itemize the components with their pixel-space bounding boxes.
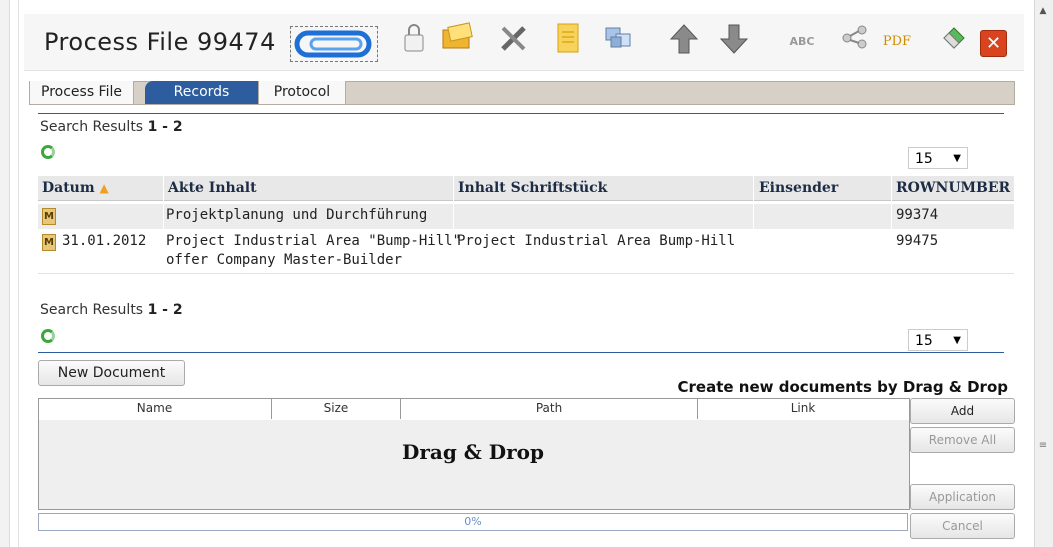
drag-drop-hint: Create new documents by Drag & Drop <box>677 378 1008 396</box>
search-results-bottom: Search Results 1 - 2 <box>40 302 183 318</box>
record-type-icon[interactable]: M <box>42 208 56 225</box>
row-rownumber: 99374 <box>896 207 939 223</box>
folder-icon[interactable] <box>437 22 477 62</box>
upload-column-size[interactable]: Size <box>272 398 400 419</box>
close-icon[interactable]: ✕ <box>980 30 1007 57</box>
eraser-icon[interactable] <box>934 22 974 62</box>
column-header-rownumber[interactable]: ROWNUMBER <box>896 176 1010 200</box>
arrow-down-icon[interactable] <box>714 22 754 62</box>
document-icon[interactable] <box>548 22 588 62</box>
search-results-top: Search Results 1 - 2 <box>40 119 183 135</box>
remove-all-button[interactable]: Remove All <box>910 427 1015 453</box>
refresh-icon[interactable] <box>41 329 55 343</box>
lock-icon[interactable] <box>394 22 434 62</box>
upload-column-path[interactable]: Path <box>401 398 697 419</box>
column-header-inhalt-schriftstueck[interactable]: Inhalt Schriftstück <box>458 176 607 200</box>
upload-column-name[interactable]: Name <box>38 398 271 419</box>
column-header-einsender[interactable]: Einsender <box>759 176 838 200</box>
application-button[interactable]: Application <box>910 484 1015 510</box>
sort-icon: ▲ <box>99 181 109 195</box>
left-frame-strip <box>0 0 10 547</box>
search-results-range: 1 - 2 <box>147 302 183 318</box>
header-divider <box>38 113 1004 114</box>
title-label: Process File <box>44 28 189 56</box>
chevron-down-icon: ▼ <box>953 153 961 164</box>
row-akte-inhalt-line2: offer Company Master-Builder <box>166 252 403 268</box>
page-title: Process File 99474 <box>44 28 276 56</box>
scroll-up-icon[interactable]: ▲ <box>1036 6 1050 18</box>
search-results-label: Search Results <box>40 119 144 135</box>
page-size-value: 15 <box>915 333 933 349</box>
spellcheck-icon[interactable]: ABC <box>782 22 822 62</box>
paperclip-icon[interactable] <box>290 26 378 62</box>
drag-drop-area[interactable] <box>38 420 910 510</box>
row-akte-inhalt: Project Industrial Area "Bump-Hill" <box>166 233 462 249</box>
cancel-button[interactable]: Cancel <box>910 513 1015 539</box>
boxes-icon[interactable] <box>599 22 639 62</box>
tab-process-file[interactable]: Process File <box>30 81 134 104</box>
section-divider <box>38 352 1004 353</box>
tab-protocol[interactable]: Protocol <box>258 81 346 104</box>
refresh-icon[interactable] <box>41 145 55 159</box>
column-header-datum-label: Datum <box>42 180 95 196</box>
pdf-icon[interactable]: PDF <box>877 22 917 62</box>
scroll-grip-icon[interactable]: ≡ <box>1038 440 1048 460</box>
row-datum: 31.01.2012 <box>62 233 147 249</box>
file-number: 99474 <box>196 28 276 56</box>
new-document-button[interactable]: New Document <box>38 360 185 386</box>
page-size-value: 15 <box>915 151 933 167</box>
search-results-label: Search Results <box>40 302 144 318</box>
vertical-scrollbar[interactable] <box>1034 0 1053 547</box>
page-size-select[interactable]: 15 ▼ <box>908 329 968 351</box>
upload-column-link[interactable]: Link <box>698 398 908 419</box>
column-header-datum[interactable]: Datum ▲ <box>42 176 109 200</box>
drag-drop-label: Drag & Drop <box>401 440 544 464</box>
record-type-icon[interactable]: M <box>42 234 56 251</box>
arrow-up-icon[interactable] <box>664 22 704 62</box>
column-header-akte-inhalt[interactable]: Akte Inhalt <box>168 176 257 200</box>
upload-progress-text: 0% <box>464 515 482 528</box>
row-akte-inhalt: Projektplanung und Durchführung <box>166 207 428 223</box>
share-icon[interactable] <box>835 22 875 62</box>
page-size-select[interactable]: 15 ▼ <box>908 147 968 169</box>
row-rownumber: 99475 <box>896 233 939 249</box>
tab-records[interactable]: Records <box>145 81 258 104</box>
search-results-range: 1 - 2 <box>147 119 183 135</box>
tools-icon[interactable] <box>494 22 534 62</box>
add-button[interactable]: Add <box>910 398 1015 424</box>
row-inhalt-schriftstueck: Project Industrial Area Bump-Hill <box>457 233 736 249</box>
chevron-down-icon: ▼ <box>953 335 961 346</box>
